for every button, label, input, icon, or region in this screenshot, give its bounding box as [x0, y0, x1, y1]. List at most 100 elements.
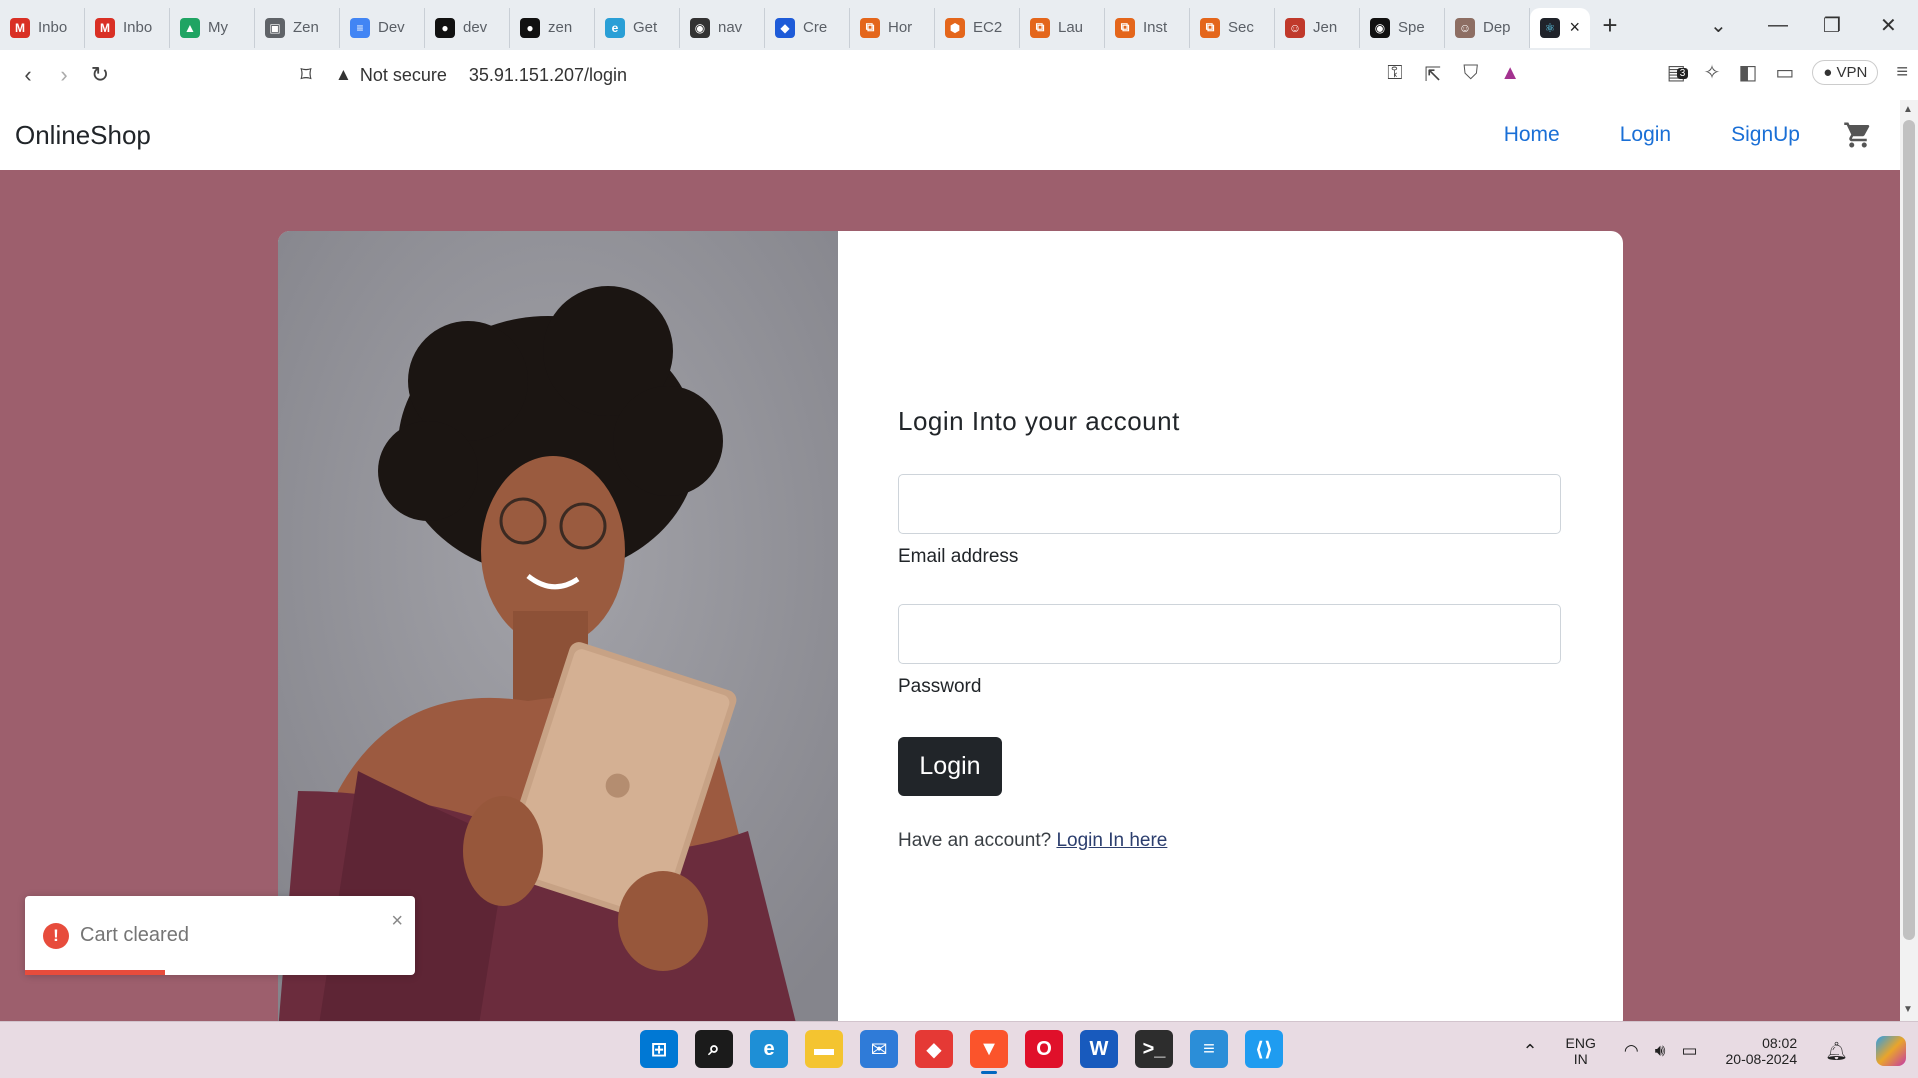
extensions-icon[interactable]: ✧: [1704, 60, 1721, 85]
browser-tab[interactable]: e Get: [595, 7, 680, 48]
google-docs-icon: ≡: [350, 17, 370, 38]
close-window-icon[interactable]: ✕: [1880, 0, 1897, 50]
browser-tab[interactable]: ⧉ Lau: [1020, 7, 1105, 48]
forward-icon[interactable]: ›: [46, 62, 82, 88]
close-tab-icon[interactable]: ×: [1569, 17, 1580, 38]
brave-rewards-icon[interactable]: ▲: [1500, 62, 1520, 87]
aws-icon: ⧉: [1200, 17, 1220, 38]
scroll-thumb[interactable]: [1903, 120, 1915, 940]
app-icon[interactable]: ◆: [915, 1030, 953, 1068]
opera-icon[interactable]: O: [1025, 1030, 1063, 1068]
battery-icon[interactable]: ▭: [1681, 1042, 1697, 1059]
email-label: Email address: [898, 546, 1019, 567]
site-navbar: OnlineShop Home Login SignUp: [0, 100, 1900, 170]
address-bar[interactable]: ▲ Not secure 35.91.151.207/login ⚿ ⇱ ⛉ ▲: [335, 56, 1540, 94]
tab-label: Lau: [1058, 19, 1084, 36]
browser-tab[interactable]: ≡ Dev: [340, 7, 425, 48]
nav-signup-link[interactable]: SignUp: [1731, 123, 1800, 147]
react-icon: ⚛: [1540, 17, 1560, 38]
scroll-up-icon[interactable]: ▲: [1903, 104, 1913, 115]
github-icon: ●: [435, 17, 455, 38]
nav-home-link[interactable]: Home: [1504, 123, 1560, 147]
bookmark-icon[interactable]: ⌑: [288, 62, 324, 88]
terminal-icon[interactable]: >_: [1135, 1030, 1173, 1068]
nav-links: Home Login SignUp: [1504, 123, 1800, 147]
back-icon[interactable]: ‹: [10, 62, 46, 88]
chevron-up-icon[interactable]: ⌃: [1522, 1042, 1537, 1060]
form-title: Login Into your account: [898, 406, 1180, 436]
restore-icon[interactable]: ❐: [1823, 0, 1841, 50]
aws-icon: ⧉: [860, 17, 880, 38]
share-icon[interactable]: ⇱: [1424, 62, 1441, 87]
url-text[interactable]: 35.91.151.207/login: [469, 65, 627, 86]
volume-icon[interactable]: 🔊︎: [1655, 1042, 1666, 1059]
login-hint: Have an account? Login In here: [898, 830, 1167, 852]
vpn-button[interactable]: ● VPN: [1812, 60, 1879, 85]
tab-search-icon[interactable]: ⌄: [1710, 0, 1727, 50]
login-link[interactable]: Login In here: [1056, 830, 1167, 851]
tab-label: nav: [718, 19, 743, 36]
start-icon[interactable]: ⊞: [640, 1030, 678, 1068]
toast-notification: ! Cart cleared ×: [25, 896, 415, 975]
language-indicator[interactable]: ENG IN: [1566, 1035, 1596, 1067]
wallet-icon[interactable]: ▭: [1775, 60, 1794, 85]
new-tab-icon[interactable]: +: [1590, 10, 1630, 41]
password-input[interactable]: [898, 604, 1561, 664]
taskbar-apps: ⊞ ⌕ e ▬ ✉ ◆ ▼ O W >_ ≡ ⟨⟩: [640, 1030, 1283, 1074]
browser-tab[interactable]: ◉ Spe: [1360, 7, 1445, 48]
email-input[interactable]: [898, 474, 1561, 534]
browser-tab[interactable]: ▣ Zen: [255, 7, 340, 48]
warning-icon: ▲: [335, 65, 352, 84]
toast-close-icon[interactable]: ×: [391, 910, 403, 933]
notification-bell-icon[interactable]: 🔔︎: [1825, 1042, 1848, 1060]
browser-tab[interactable]: ● zen: [510, 7, 595, 48]
browser-tab[interactable]: M Inbo: [85, 7, 170, 48]
brave-icon[interactable]: ▼: [970, 1030, 1008, 1074]
search-icon[interactable]: ⌕: [695, 1030, 733, 1068]
sidebar-icon[interactable]: ◧: [1738, 60, 1757, 85]
system-tray: ⌃ ENG IN ◠ 🔊︎ ▭ 08:02 20-08-2024 🔔︎: [1508, 1022, 1918, 1078]
mail-icon[interactable]: ✉: [860, 1030, 898, 1068]
nav-login-link[interactable]: Login: [1620, 123, 1671, 147]
tab-label: Jen: [1313, 19, 1338, 36]
windows-taskbar: ⊞ ⌕ e ▬ ✉ ◆ ▼ O W >_ ≡ ⟨⟩ ⌃ ENG IN ◠ 🔊︎ ▭ 08:02 20-…: [0, 1021, 1918, 1078]
login-button[interactable]: Login: [898, 737, 1002, 796]
site-icon: ◉: [1370, 17, 1390, 38]
browser-tab-strip: M Inbo M Inbo ▲ My ▣ Zen ≡ Dev ● dev ● zen e Get ◉ nav ◆ Cr…: [0, 0, 1918, 50]
jenkins-icon: ☺: [1285, 17, 1305, 38]
cart-icon[interactable]: [1842, 120, 1874, 150]
browser-tab[interactable]: ▲ My: [170, 7, 255, 48]
browser-tab[interactable]: M Inbo: [0, 7, 85, 48]
brave-shield-icon[interactable]: ⛉: [1463, 62, 1478, 87]
vscode-icon[interactable]: ⟨⟩: [1245, 1030, 1283, 1068]
browser-tab[interactable]: ● dev: [425, 7, 510, 48]
browser-tab[interactable]: ☺ Dep: [1445, 7, 1530, 48]
edge-icon[interactable]: e: [750, 1030, 788, 1068]
browser-tab[interactable]: ⧉ Sec: [1190, 7, 1275, 48]
minimize-icon[interactable]: —: [1768, 0, 1788, 50]
error-icon: !: [43, 923, 69, 949]
ec2-icon: ⬢: [945, 17, 965, 38]
word-icon[interactable]: W: [1080, 1030, 1118, 1068]
notepad-icon[interactable]: ≡: [1190, 1030, 1228, 1068]
browser-tab[interactable]: ◉ nav: [680, 7, 765, 48]
page-scrollbar[interactable]: ▲ ▼: [1900, 100, 1918, 1021]
wifi-icon[interactable]: ◠: [1624, 1042, 1639, 1059]
aws-icon: ⧉: [1030, 17, 1050, 38]
browser-tab[interactable]: ⬢ EC2: [935, 7, 1020, 48]
copilot-icon[interactable]: [1876, 1035, 1906, 1066]
clock[interactable]: 08:02 20-08-2024: [1726, 1035, 1798, 1067]
browser-tab-active[interactable]: ⚛ ×: [1530, 7, 1590, 48]
reload-icon[interactable]: ↻: [82, 62, 118, 88]
key-icon[interactable]: ⚿: [1387, 62, 1402, 87]
browser-tab[interactable]: ◆ Cre: [765, 7, 850, 48]
brand-logo[interactable]: OnlineShop: [15, 120, 151, 151]
browser-toolbar: ‹ › ↻ ⌑ ▲ Not secure 35.91.151.207/login…: [0, 50, 1918, 100]
browser-tab[interactable]: ⧉ Hor: [850, 7, 935, 48]
menu-icon[interactable]: ≡: [1896, 61, 1908, 84]
file-explorer-icon[interactable]: ▬: [805, 1030, 843, 1068]
browser-tab[interactable]: ☺ Jen: [1275, 7, 1360, 48]
browser-tab[interactable]: ⧉ Inst: [1105, 7, 1190, 48]
scroll-down-icon[interactable]: ▼: [1903, 1004, 1913, 1015]
wallet-extension-icon[interactable]: ▤3: [1667, 60, 1689, 85]
